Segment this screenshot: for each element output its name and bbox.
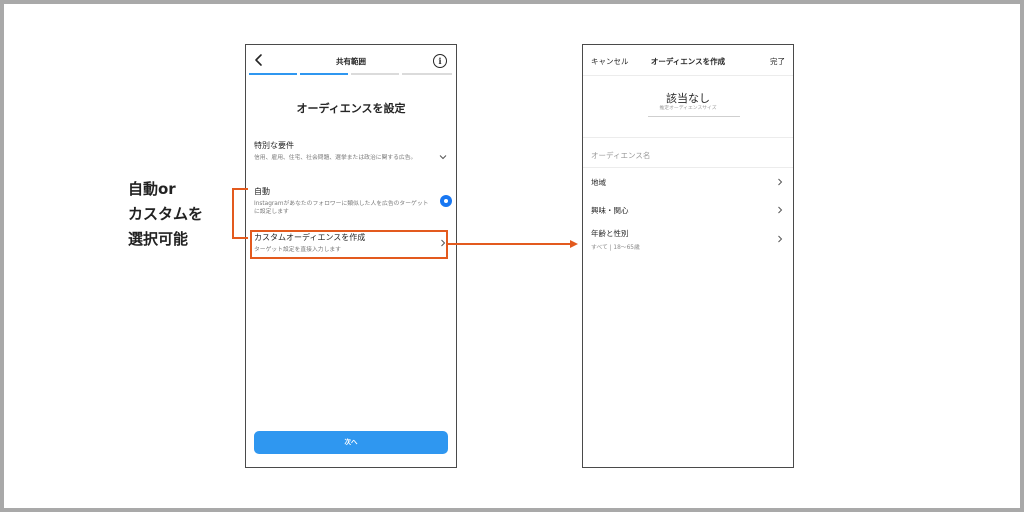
highlight-box (250, 230, 448, 259)
progress-step-4 (402, 73, 452, 75)
audience-size-label: 推定オーディエンスサイズ (659, 106, 717, 111)
option-description: Instagramがあなたのフォロワーに類似した人を広告のターゲットに設定します (254, 201, 429, 215)
divider (583, 137, 793, 138)
annotation-text: 自動or カスタムを 選択可能 (128, 177, 203, 252)
progress-step-1 (249, 73, 297, 75)
arrow-head-icon (570, 239, 578, 248)
row-label: 地域 (591, 178, 606, 187)
annotation-arrow (448, 243, 574, 245)
chevron-right-icon (778, 206, 783, 214)
row-sub: すべて | 18〜65歳 (591, 245, 640, 251)
option-special-requirements[interactable]: 特別な要件 信用、雇用、住宅、社会問題、選挙または政治に関する広告。 (254, 140, 450, 162)
row-interests[interactable]: 興味・関心 (591, 205, 787, 216)
option-title: 特別な要件 (254, 141, 294, 150)
progress-step-3 (351, 73, 399, 75)
divider (583, 167, 793, 168)
annotation-line-1: 自動or (128, 180, 176, 198)
chevron-down-icon (439, 155, 447, 160)
audience-name-input[interactable]: オーディエンス名 (591, 150, 650, 161)
section-heading: オーディエンスを設定 (296, 102, 406, 115)
info-icon[interactable]: i (433, 54, 447, 68)
progress-step-2 (300, 73, 348, 75)
radio-selected[interactable] (440, 195, 452, 207)
nav-bar: 共有範囲 i (246, 45, 456, 75)
row-label: 年齢と性別 (591, 229, 629, 238)
done-button[interactable]: 完了 (770, 56, 785, 67)
chevron-right-icon (778, 178, 783, 186)
phone-screen-create-audience: キャンセル オーディエンスを作成 完了 該当なし 推定オーディエンスサイズ オー… (582, 44, 794, 468)
canvas (4, 4, 1020, 508)
option-automatic[interactable]: 自動 Instagramがあなたのフォロワーに類似した人を広告のターゲットに設定… (254, 186, 452, 216)
row-age-gender[interactable]: 年齢と性別 すべて | 18〜65歳 (591, 228, 787, 251)
divider (648, 116, 740, 117)
page-title: 共有範囲 (336, 57, 366, 66)
option-title: 自動 (254, 187, 270, 196)
option-description: 信用、雇用、住宅、社会問題、選挙または政治に関する広告。 (254, 155, 417, 161)
annotation-line-3: 選択可能 (128, 230, 189, 248)
radio-dot (444, 199, 448, 203)
row-label: 興味・関心 (591, 206, 629, 215)
page-title: オーディエンスを作成 (650, 57, 726, 66)
annotation-bracket (232, 188, 248, 239)
annotation-line-2: カスタムを (128, 205, 204, 223)
next-button[interactable]: 次へ (254, 431, 448, 454)
divider (583, 75, 793, 76)
row-location[interactable]: 地域 (591, 177, 787, 188)
chevron-right-icon (778, 235, 783, 243)
